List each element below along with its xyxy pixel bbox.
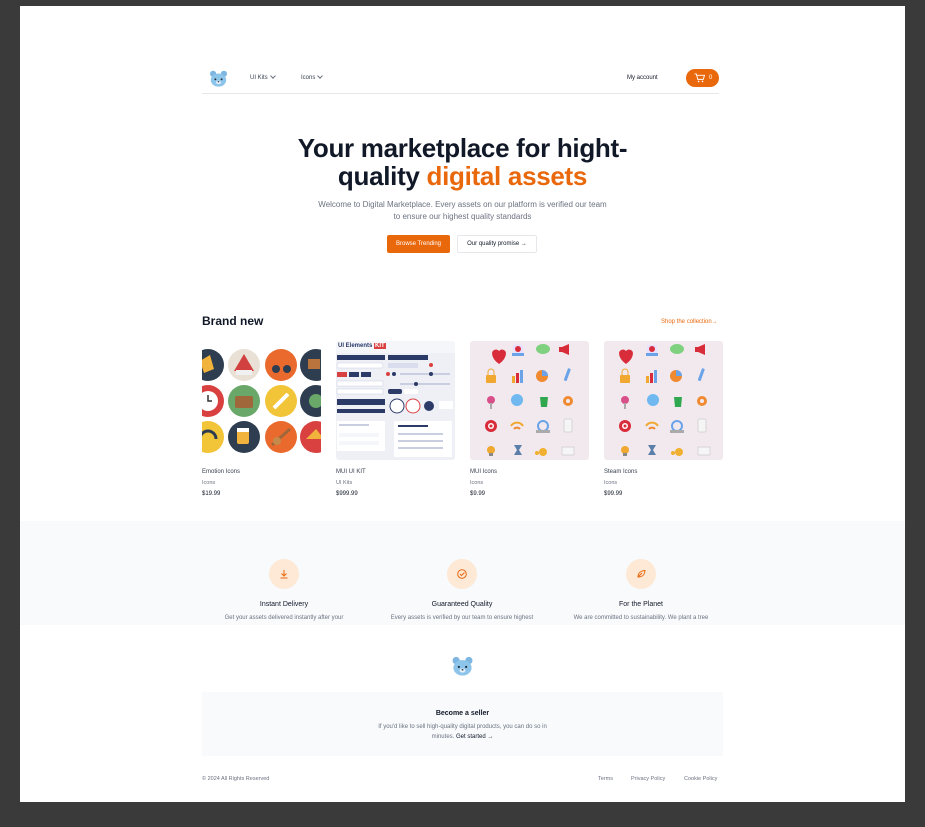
feature-description: We are committed to sustainability. We p… xyxy=(573,615,709,621)
nav-ui-kits-label: UI Kits xyxy=(250,75,268,81)
product-name[interactable]: Emotion Icons xyxy=(202,469,240,475)
feature-icon-circle xyxy=(447,559,477,589)
seller-description: If you'd like to sell high-quality digit… xyxy=(373,722,553,742)
product-card[interactable]: MUI Icons Icons $9.99 xyxy=(470,341,589,497)
features-section: Instant Delivery Get your assets deliver… xyxy=(20,521,905,625)
hero-title-line1: Your marketplace for hight- xyxy=(297,133,628,163)
feature-instant-delivery: Instant Delivery Get your assets deliver… xyxy=(194,559,374,621)
navbar: UI Kits Icons My account 0 xyxy=(202,66,719,94)
copyright: © 2024 All Rights Reserved xyxy=(202,776,270,782)
product-name[interactable]: MUI Icons xyxy=(470,469,497,475)
feature-description: Get your assets delivered instantly afte… xyxy=(224,615,344,621)
section-title-brand-new: Brand new xyxy=(202,314,264,328)
footer-link-terms[interactable]: Terms xyxy=(598,776,613,782)
hero-title: Your marketplace for hight- quality digi… xyxy=(202,134,723,190)
footer-link-cookie[interactable]: Cookie Policy xyxy=(684,776,717,782)
emotion-icons-preview xyxy=(202,349,321,453)
nav-icons[interactable]: Icons xyxy=(301,73,324,81)
product-thumbnail[interactable] xyxy=(470,341,589,460)
feature-icon-circle xyxy=(269,559,299,589)
3d-icons-preview xyxy=(485,344,575,456)
product-thumbnail[interactable] xyxy=(202,341,321,460)
ui-kit-preview xyxy=(336,341,455,457)
product-card[interactable]: UI Elements KIT MUI UI KIT UI Kits $999.… xyxy=(336,341,455,497)
product-category: UI Kits xyxy=(336,480,353,486)
chevron-down-icon xyxy=(317,73,324,79)
product-price: $99.99 xyxy=(604,491,623,497)
feature-guaranteed-quality: Guaranteed Quality Every assets is verif… xyxy=(372,559,552,621)
product-category: Icons xyxy=(604,480,618,486)
page: UI Kits Icons My account 0 Your marketpl… xyxy=(20,6,905,802)
become-seller-box: Become a seller If you'd like to sell hi… xyxy=(202,692,723,756)
check-circle-icon xyxy=(457,569,467,579)
nav-icons-label: Icons xyxy=(301,75,316,81)
seller-title: Become a seller xyxy=(435,710,490,717)
my-account-link[interactable]: My account xyxy=(627,75,658,81)
cart-icon xyxy=(694,73,705,83)
quality-promise-button[interactable]: Our quality promise → xyxy=(457,235,537,253)
product-card[interactable]: Emotion Icons Icons $19.99 xyxy=(202,341,321,497)
browse-trending-button[interactable]: Browse Trending xyxy=(387,235,450,253)
product-price: $999.99 xyxy=(336,491,358,497)
chevron-down-icon xyxy=(269,73,276,79)
hero-title-accent: digital assets xyxy=(426,161,588,191)
ui-kit-thumb-title: UI Elements KIT xyxy=(338,343,386,349)
ui-kit-thumb-badge: KIT xyxy=(374,343,386,349)
product-category: Icons xyxy=(202,480,216,486)
feature-icon-circle xyxy=(626,559,656,589)
product-price: $19.99 xyxy=(202,491,221,497)
download-icon xyxy=(280,570,288,579)
shop-collection-link[interactable]: Shop the collection→ xyxy=(661,319,718,325)
hero-title-line2: quality digital assets xyxy=(202,162,723,190)
feature-title: Guaranteed Quality xyxy=(431,601,493,608)
product-price: $9.99 xyxy=(470,491,486,497)
cart-count: 0 xyxy=(709,75,713,81)
feature-description: Every assets is verified by our team to … xyxy=(390,615,534,621)
nav-ui-kits[interactable]: UI Kits xyxy=(250,73,276,81)
leaf-icon xyxy=(637,569,646,578)
bear-logo[interactable] xyxy=(451,656,474,676)
product-name[interactable]: MUI UI KIT xyxy=(336,469,366,475)
hero-subtitle: Welcome to Digital Marketplace. Every as… xyxy=(318,200,607,221)
get-started-link[interactable]: Get started → xyxy=(456,734,493,740)
bear-logo[interactable] xyxy=(209,70,228,87)
product-thumbnail[interactable]: UI Elements KIT xyxy=(336,341,455,460)
product-thumbnail[interactable] xyxy=(604,341,723,460)
cart-button[interactable]: 0 xyxy=(686,69,719,87)
hero-title-plain: quality xyxy=(337,161,427,191)
product-card[interactable]: Steam Icons Icons $99.99 xyxy=(604,341,723,497)
footer-link-privacy[interactable]: Privacy Policy xyxy=(631,776,665,782)
product-name[interactable]: Steam Icons xyxy=(604,469,637,475)
3d-icons-preview xyxy=(619,344,711,456)
feature-title: Instant Delivery xyxy=(259,601,309,608)
ui-kit-thumb-title-text: UI Elements xyxy=(338,343,373,349)
feature-for-the-planet: For the Planet We are committed to susta… xyxy=(551,559,731,621)
product-category: Icons xyxy=(470,480,484,486)
feature-title: For the Planet xyxy=(619,601,663,608)
